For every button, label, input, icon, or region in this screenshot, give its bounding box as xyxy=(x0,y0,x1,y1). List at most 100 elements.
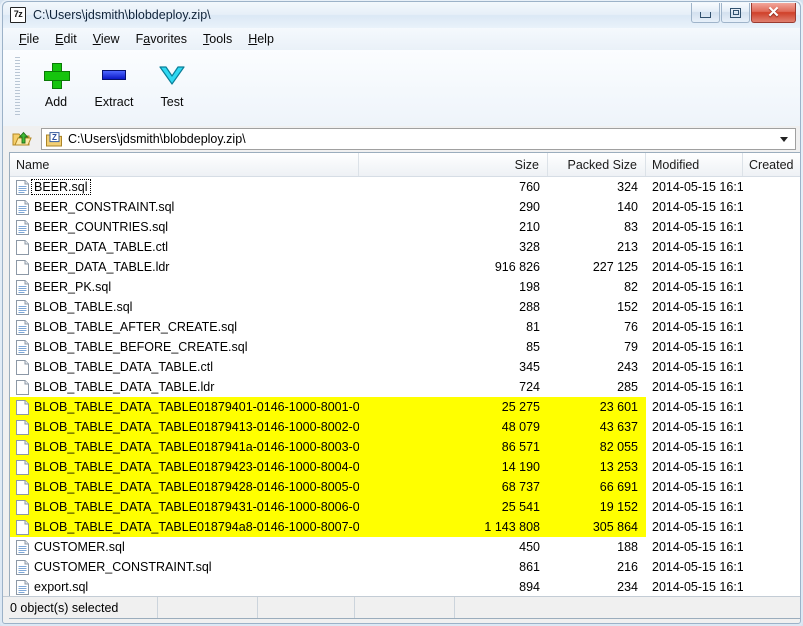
cell-created xyxy=(743,497,800,517)
cell-created xyxy=(743,437,800,457)
column-header-name[interactable]: Name xyxy=(10,153,359,176)
plain-file-icon xyxy=(16,400,29,415)
cell-name[interactable]: BLOB_TABLE_BEFORE_CREATE.sql xyxy=(10,337,359,357)
cell-created xyxy=(743,357,800,377)
cell-packed: 82 055 xyxy=(548,437,646,457)
maximize-button[interactable] xyxy=(721,3,750,23)
cell-name[interactable]: BLOB_TABLE_DATA_TABLE01879423-0146-1000-… xyxy=(10,457,359,477)
cell-name[interactable]: BEER_DATA_TABLE.ldr xyxy=(10,257,359,277)
close-button[interactable]: ✕ xyxy=(751,3,796,23)
cell-created xyxy=(743,517,800,537)
table-row[interactable]: CUSTOMER.sql4501882014-05-15 16:16 xyxy=(10,537,800,557)
cell-packed: 76 xyxy=(548,317,646,337)
sql-file-icon xyxy=(16,540,29,555)
cell-name[interactable]: BLOB_TABLE_DATA_TABLE0187941a-0146-1000-… xyxy=(10,437,359,457)
file-name-text: BLOB_TABLE_DATA_TABLE018794a8-0146-1000-… xyxy=(34,520,359,534)
cell-created xyxy=(743,337,800,357)
table-row[interactable]: BLOB_TABLE_DATA_TABLE.ldr7242852014-05-1… xyxy=(10,377,800,397)
cell-name[interactable]: BLOB_TABLE_DATA_TABLE.ctl xyxy=(10,357,359,377)
toolbar-gripper[interactable] xyxy=(15,57,20,115)
table-row[interactable]: BLOB_TABLE_DATA_TABLE0187941a-0146-1000-… xyxy=(10,437,800,457)
table-row[interactable]: export.sql8942342014-05-15 16:16 xyxy=(10,577,800,597)
menu-edit[interactable]: Edit xyxy=(47,30,85,48)
status-cell-3 xyxy=(258,597,355,618)
add-button[interactable]: Add xyxy=(27,56,85,114)
cell-name[interactable]: BLOB_TABLE_DATA_TABLE01879401-0146-1000-… xyxy=(10,397,359,417)
cell-name[interactable]: CUSTOMER_CONSTRAINT.sql xyxy=(10,557,359,577)
menu-view[interactable]: View xyxy=(85,30,128,48)
cell-packed: 216 xyxy=(548,557,646,577)
cell-name[interactable]: BLOB_TABLE_AFTER_CREATE.sql xyxy=(10,317,359,337)
table-row[interactable]: BLOB_TABLE_DATA_TABLE01879431-0146-1000-… xyxy=(10,497,800,517)
cell-modified: 2014-05-15 16:16 xyxy=(646,217,743,237)
cell-created xyxy=(743,397,800,417)
file-list: Name Size Packed Size Modified Created B… xyxy=(9,152,800,599)
list-header: Name Size Packed Size Modified Created xyxy=(10,153,800,177)
column-header-size[interactable]: Size xyxy=(359,153,548,176)
menu-tools[interactable]: Tools xyxy=(195,30,240,48)
table-row[interactable]: CUSTOMER_CONSTRAINT.sql8612162014-05-15 … xyxy=(10,557,800,577)
table-row[interactable]: BLOB_TABLE_DATA_TABLE01879413-0146-1000-… xyxy=(10,417,800,437)
table-row[interactable]: BEER.sql7603242014-05-15 16:16 xyxy=(10,177,800,197)
table-row[interactable]: BLOB_TABLE_BEFORE_CREATE.sql85792014-05-… xyxy=(10,337,800,357)
menu-file[interactable]: File xyxy=(11,30,47,48)
table-row[interactable]: BLOB_TABLE_DATA_TABLE.ctl3452432014-05-1… xyxy=(10,357,800,377)
plain-file-icon xyxy=(16,260,29,275)
cell-name[interactable]: export.sql xyxy=(10,577,359,597)
chevron-down-icon[interactable] xyxy=(780,137,788,142)
up-one-level-button[interactable] xyxy=(7,127,37,151)
cell-name[interactable]: BLOB_TABLE_DATA_TABLE01879413-0146-1000-… xyxy=(10,417,359,437)
plain-file-icon xyxy=(16,520,29,535)
cell-packed: 43 637 xyxy=(548,417,646,437)
menu-favorites[interactable]: Favorites xyxy=(128,30,195,48)
cell-name[interactable]: BEER_DATA_TABLE.ctl xyxy=(10,237,359,257)
menu-help[interactable]: Help xyxy=(240,30,282,48)
extract-bar-icon xyxy=(102,70,126,80)
cell-size: 328 xyxy=(359,237,548,257)
table-row[interactable]: BEER_DATA_TABLE.ldr916 826227 1252014-05… xyxy=(10,257,800,277)
table-row[interactable]: BLOB_TABLE_DATA_TABLE01879401-0146-1000-… xyxy=(10,397,800,417)
table-row[interactable]: BLOB_TABLE.sql2881522014-05-15 16:16 xyxy=(10,297,800,317)
cell-name[interactable]: BLOB_TABLE_DATA_TABLE018794a8-0146-1000-… xyxy=(10,517,359,537)
cell-size: 68 737 xyxy=(359,477,548,497)
table-row[interactable]: BLOB_TABLE_DATA_TABLE01879428-0146-1000-… xyxy=(10,477,800,497)
column-header-modified[interactable]: Modified xyxy=(646,153,743,176)
cell-name[interactable]: BLOB_TABLE_DATA_TABLE01879431-0146-1000-… xyxy=(10,497,359,517)
test-button[interactable]: Test xyxy=(143,56,201,114)
table-row[interactable]: BEER_CONSTRAINT.sql2901402014-05-15 16:1… xyxy=(10,197,800,217)
cell-name[interactable]: BEER_CONSTRAINT.sql xyxy=(10,197,359,217)
plain-file-icon xyxy=(16,240,29,255)
seven-zip-logo-icon: 7z xyxy=(10,7,26,23)
cell-packed: 140 xyxy=(548,197,646,217)
column-header-packed[interactable]: Packed Size xyxy=(548,153,646,176)
cell-name[interactable]: BEER_PK.sql xyxy=(10,277,359,297)
file-name-text: BEER.sql xyxy=(32,180,90,194)
cell-name[interactable]: BEER_COUNTRIES.sql xyxy=(10,217,359,237)
table-row[interactable]: BEER_DATA_TABLE.ctl3282132014-05-15 16:1… xyxy=(10,237,800,257)
cell-size: 1 143 808 xyxy=(359,517,548,537)
address-combobox[interactable]: Z C:\Users\jdsmith\blobdeploy.zip\ xyxy=(41,128,796,150)
file-name-text: BLOB_TABLE.sql xyxy=(34,300,132,314)
maximize-icon xyxy=(730,8,741,18)
table-row[interactable]: BLOB_TABLE_DATA_TABLE018794a8-0146-1000-… xyxy=(10,517,800,537)
address-path-text: C:\Users\jdsmith\blobdeploy.zip\ xyxy=(68,132,246,146)
file-name-text: BEER_DATA_TABLE.ldr xyxy=(34,260,169,274)
cell-size: 724 xyxy=(359,377,548,397)
cell-created xyxy=(743,197,800,217)
cell-packed: 188 xyxy=(548,537,646,557)
cell-name[interactable]: BLOB_TABLE_DATA_TABLE.ldr xyxy=(10,377,359,397)
extract-button[interactable]: Extract xyxy=(85,56,143,114)
cell-name[interactable]: BEER.sql xyxy=(10,177,359,197)
table-row[interactable]: BLOB_TABLE_DATA_TABLE01879423-0146-1000-… xyxy=(10,457,800,477)
cell-name[interactable]: BLOB_TABLE_DATA_TABLE01879428-0146-1000-… xyxy=(10,477,359,497)
toolbar: Add Extract Test xyxy=(3,50,800,126)
table-row[interactable]: BEER_COUNTRIES.sql210832014-05-15 16:16 xyxy=(10,217,800,237)
column-header-created[interactable]: Created xyxy=(743,153,800,176)
minimize-button[interactable] xyxy=(691,3,720,23)
cell-name[interactable]: CUSTOMER.sql xyxy=(10,537,359,557)
table-row[interactable]: BEER_PK.sql198822014-05-15 16:16 xyxy=(10,277,800,297)
table-row[interactable]: BLOB_TABLE_AFTER_CREATE.sql81762014-05-1… xyxy=(10,317,800,337)
cell-name[interactable]: BLOB_TABLE.sql xyxy=(10,297,359,317)
plain-file-icon xyxy=(16,360,29,375)
title-bar[interactable]: 7z C:\Users\jdsmith\blobdeploy.zip\ ✕ xyxy=(3,2,800,28)
